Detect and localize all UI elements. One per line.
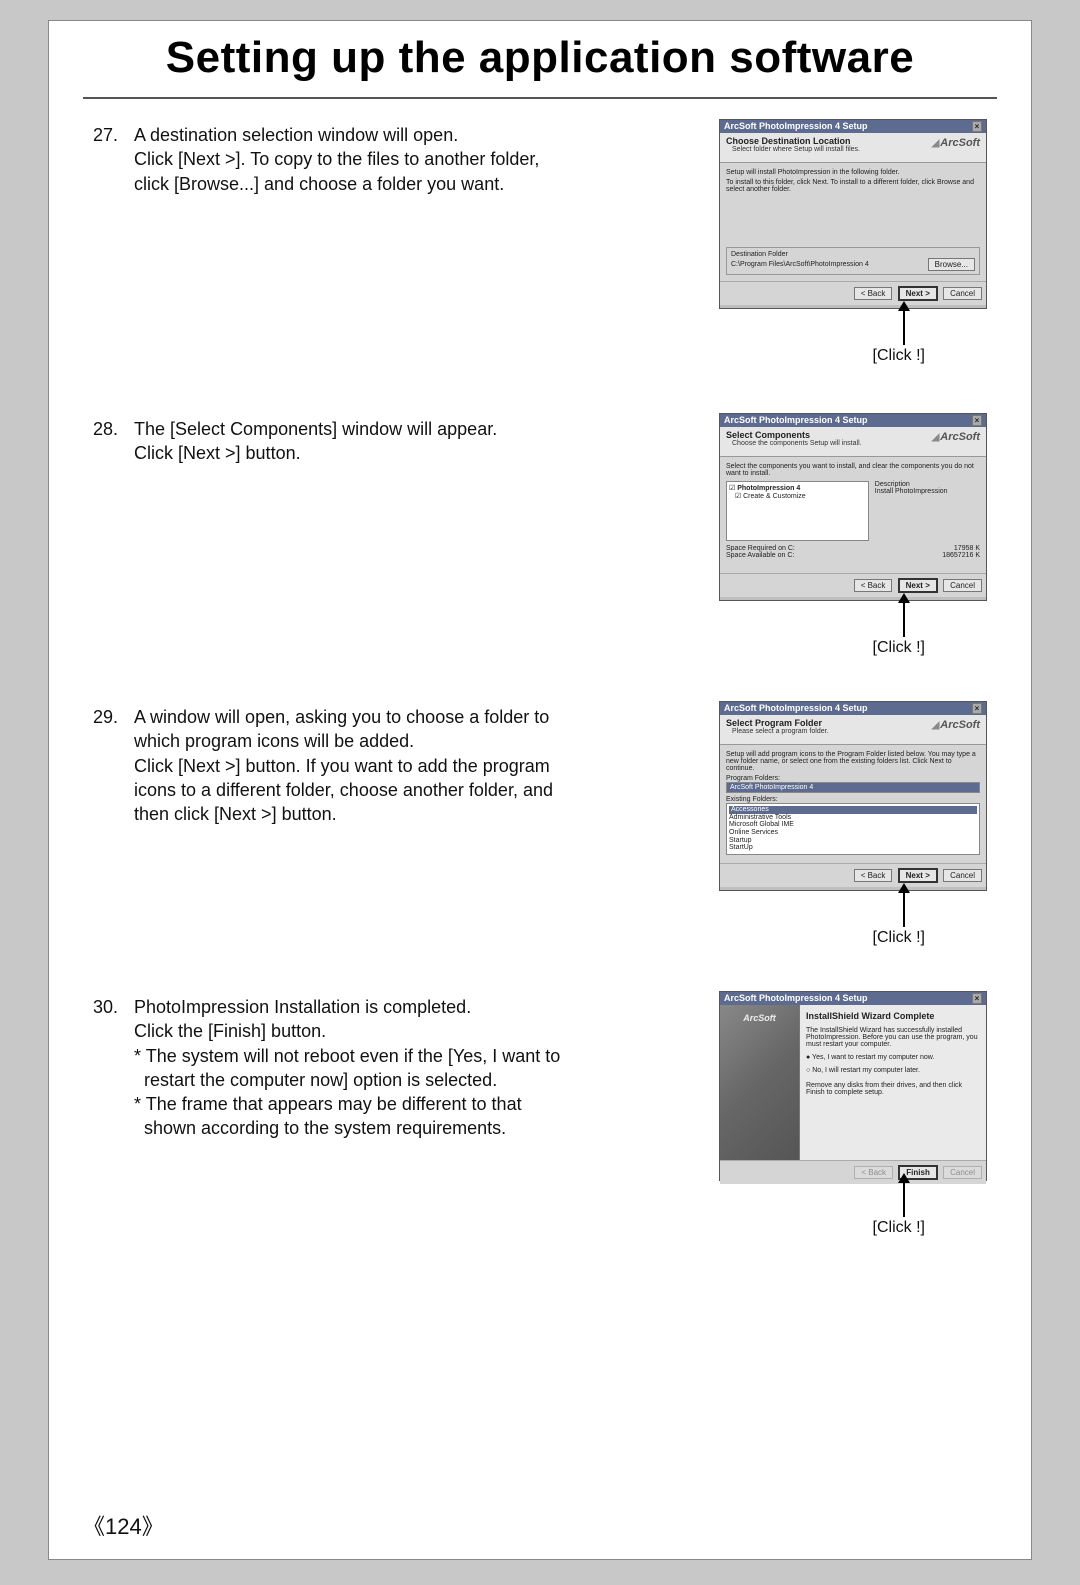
click-caption-27: [Click !] xyxy=(873,347,925,365)
space-avl-label: Space Available on C: xyxy=(726,552,794,559)
arrow-icon xyxy=(903,601,905,637)
close-icon[interactable]: × xyxy=(972,993,982,1004)
back-button[interactable]: < Back xyxy=(854,869,893,882)
list-item[interactable]: StartUp xyxy=(729,844,977,852)
click-caption-29: [Click !] xyxy=(873,929,925,947)
comp-1: PhotoImpression 4 xyxy=(737,485,800,492)
finish-body2: Remove any disks from their drives, and … xyxy=(806,1082,980,1096)
step-29-line1: A window will open, asking you to choose… xyxy=(134,707,549,727)
installer-window-27: ArcSoft PhotoImpression 4 Setup × Choose… xyxy=(719,119,987,309)
body-text-2: To install to this folder, click Next. T… xyxy=(726,179,980,193)
back-button[interactable]: < Back xyxy=(854,579,893,592)
space-avl-value: 18657216 K xyxy=(942,552,980,559)
cancel-button: Cancel xyxy=(943,1166,982,1179)
cancel-button[interactable]: Cancel xyxy=(943,869,982,882)
step-28: 28. The [Select Components] window will … xyxy=(93,417,633,466)
arrow-icon xyxy=(903,1181,905,1217)
step-29-line5: then click [Next >] button. xyxy=(134,804,337,824)
titlebar: ArcSoft PhotoImpression 4 Setup × xyxy=(720,120,986,133)
radio-restart-yes[interactable]: Yes, I want to restart my computer now. xyxy=(806,1054,980,1061)
browse-button[interactable]: Browse... xyxy=(928,258,975,271)
close-icon[interactable]: × xyxy=(972,415,982,426)
step-28-line1: The [Select Components] window will appe… xyxy=(134,419,497,439)
step-30-line1: PhotoImpression Installation is complete… xyxy=(134,997,471,1017)
body-text-1: Setup will add program icons to the Prog… xyxy=(726,751,980,772)
desc-text: Install PhotoImpression xyxy=(875,488,980,495)
back-button[interactable]: < Back xyxy=(854,287,893,300)
installer-window-28: ArcSoft PhotoImpression 4 Setup × Select … xyxy=(719,413,987,601)
step-30-note2: * The frame that appears may be differen… xyxy=(134,1094,522,1114)
list-item[interactable]: Online Services xyxy=(729,829,977,837)
step-30-num: 30. xyxy=(93,995,129,1019)
click-caption-28: [Click !] xyxy=(873,639,925,657)
ef-label: Existing Folders: xyxy=(726,796,980,803)
comp-2: Create & Customize xyxy=(743,493,806,500)
title-rule xyxy=(83,97,997,99)
next-button[interactable]: Next > xyxy=(898,286,938,301)
page-number: 《124》 xyxy=(83,1509,164,1541)
program-folder-input[interactable]: ArcSoft PhotoImpression 4 xyxy=(726,782,980,793)
list-item[interactable]: Microsoft Global IME xyxy=(729,821,977,829)
step-28-line2: Click [Next >] button. xyxy=(134,443,301,463)
step-27-line1: A destination selection window will open… xyxy=(134,125,458,145)
step-28-num: 28. xyxy=(93,417,129,441)
step-27: 27. A destination selection window will … xyxy=(93,123,633,196)
arcsoft-logo: ArcSoft xyxy=(720,1005,800,1160)
pf-label: Program Folders: xyxy=(726,775,980,782)
step-27-line3: click [Browse...] and choose a folder yo… xyxy=(134,174,504,194)
close-icon[interactable]: × xyxy=(972,121,982,132)
list-item[interactable]: Accessories xyxy=(729,806,977,814)
arcsoft-logo: ArcSoft xyxy=(932,137,980,149)
titlebar-text: ArcSoft PhotoImpression 4 Setup xyxy=(724,121,868,132)
cancel-button[interactable]: Cancel xyxy=(943,287,982,300)
list-item[interactable]: Administrative Tools xyxy=(729,814,977,822)
click-caption-30: [Click !] xyxy=(873,1219,925,1237)
step-29-line3: Click [Next >] button. If you want to ad… xyxy=(134,756,550,776)
step-30: 30. PhotoImpression Installation is comp… xyxy=(93,995,633,1141)
step-30-note1b: restart the computer now] option is sele… xyxy=(134,1070,497,1090)
step-29-line2: which program icons will be added. xyxy=(134,731,414,751)
dest-path: C:\Program Files\ArcSoft\PhotoImpression… xyxy=(731,261,869,268)
page-title: Setting up the application software xyxy=(49,33,1031,83)
step-29-line4: icons to a different folder, choose anot… xyxy=(134,780,553,800)
page-number-value: 124 xyxy=(105,1514,142,1539)
step-30-line2: Click the [Finish] button. xyxy=(134,1021,326,1041)
finish-body1: The InstallShield Wizard has successfull… xyxy=(806,1027,980,1048)
desc-label: Description xyxy=(875,481,980,488)
next-button[interactable]: Next > xyxy=(898,868,938,883)
arcsoft-logo: ArcSoft xyxy=(932,431,980,443)
step-29-num: 29. xyxy=(93,705,129,729)
step-29: 29. A window will open, asking you to ch… xyxy=(93,705,633,826)
close-icon[interactable]: × xyxy=(972,703,982,714)
space-req-value: 17958 K xyxy=(954,545,980,552)
existing-folders-list[interactable]: Accessories Administrative Tools Microso… xyxy=(726,803,980,855)
step-30-note2b: shown according to the system requiremen… xyxy=(134,1118,506,1138)
body-text-1: Select the components you want to instal… xyxy=(726,463,980,477)
space-req-label: Space Required on C: xyxy=(726,545,795,552)
next-button[interactable]: Next > xyxy=(898,578,938,593)
titlebar-text: ArcSoft PhotoImpression 4 Setup xyxy=(724,415,868,426)
titlebar-text: ArcSoft PhotoImpression 4 Setup xyxy=(724,703,868,714)
installer-window-29: ArcSoft PhotoImpression 4 Setup× Select … xyxy=(719,701,987,891)
dest-label: Destination Folder xyxy=(731,251,975,258)
titlebar-text: ArcSoft PhotoImpression 4 Setup xyxy=(724,993,868,1004)
back-button: < Back xyxy=(854,1166,893,1179)
step-30-note1: * The system will not reboot even if the… xyxy=(134,1046,560,1066)
body-text-1: Setup will install PhotoImpression in th… xyxy=(726,169,980,176)
step-27-line2: Click [Next >]. To copy to the files to … xyxy=(134,149,539,169)
arrow-icon xyxy=(903,891,905,927)
radio-restart-no[interactable]: No, I will restart my computer later. xyxy=(806,1067,980,1074)
cancel-button[interactable]: Cancel xyxy=(943,579,982,592)
step-27-num: 27. xyxy=(93,123,129,147)
finish-title: InstallShield Wizard Complete xyxy=(806,1011,980,1021)
installer-window-30: ArcSoft PhotoImpression 4 Setup × ArcSoft… xyxy=(719,991,987,1181)
list-item[interactable]: Startup xyxy=(729,837,977,845)
arrow-icon xyxy=(903,309,905,345)
component-list[interactable]: ☑ PhotoImpression 4 ☑ Create & Customize xyxy=(726,481,869,541)
arcsoft-logo: ArcSoft xyxy=(932,719,980,731)
